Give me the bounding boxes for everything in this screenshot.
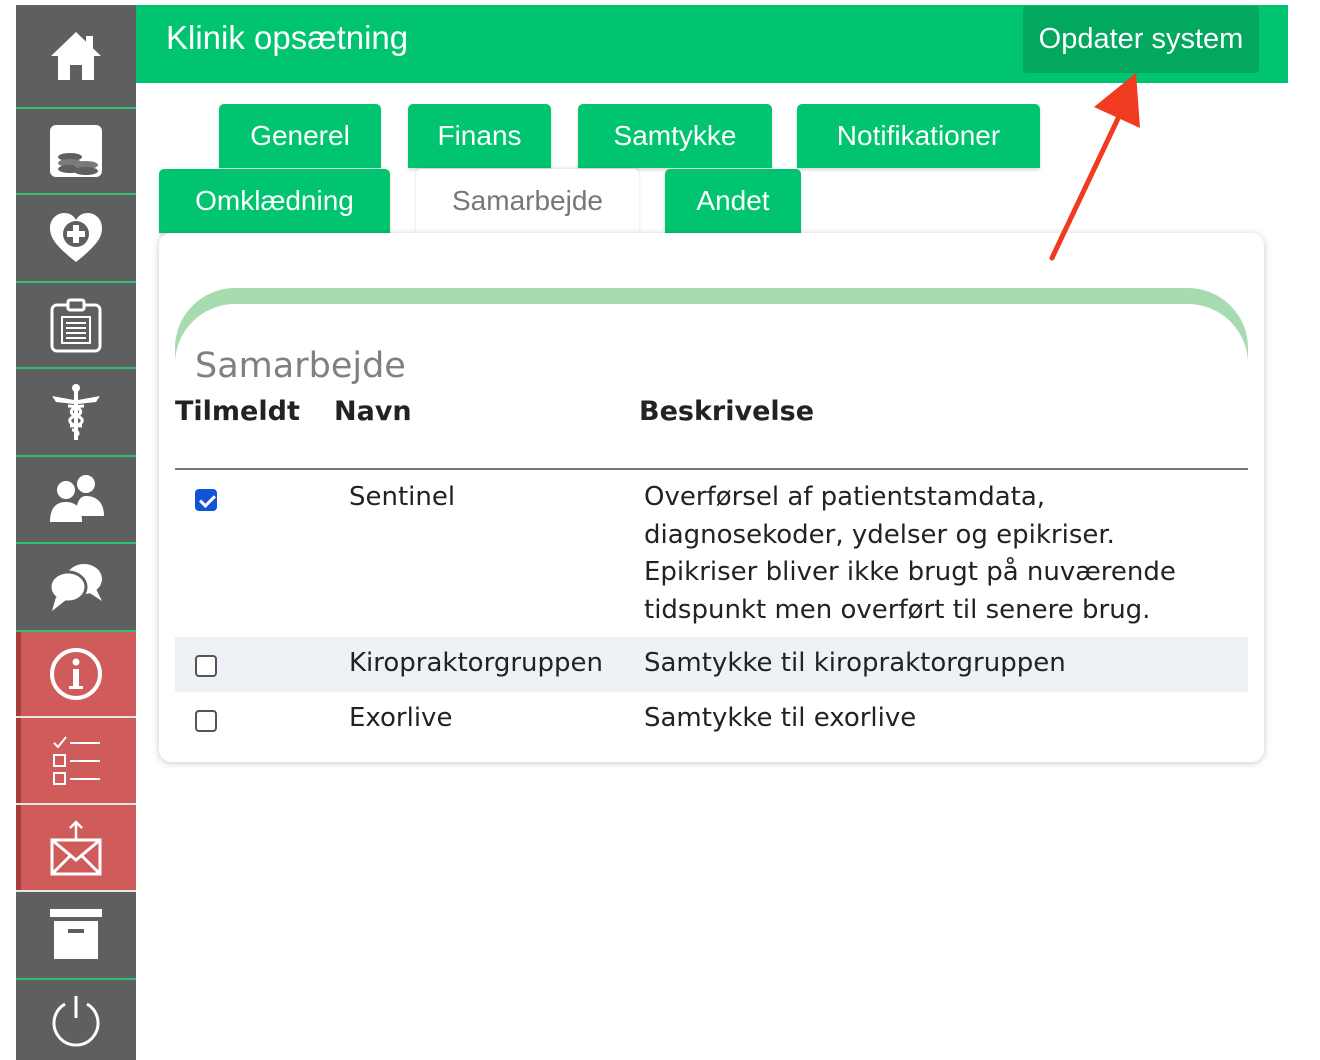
sidebar-item-treatment[interactable] bbox=[16, 369, 136, 457]
column-header-name: Navn bbox=[334, 396, 412, 427]
row-description: Samtykke til kiropraktorgruppen bbox=[644, 648, 1066, 678]
row-description: Samtykke til exorlive bbox=[644, 703, 917, 733]
sidebar-item-health[interactable] bbox=[16, 195, 136, 283]
power-icon bbox=[52, 996, 100, 1047]
sidebar-item-home[interactable] bbox=[16, 5, 136, 109]
sidebar-item-patients[interactable] bbox=[16, 457, 136, 544]
sidebar-item-finance[interactable] bbox=[16, 109, 136, 195]
chat-bubbles-icon bbox=[48, 564, 102, 611]
clipboard-icon bbox=[50, 298, 102, 353]
archive-icon bbox=[50, 909, 102, 959]
sidebar-item-archive[interactable] bbox=[16, 892, 136, 980]
sidebar-item-journal[interactable] bbox=[16, 283, 136, 369]
sidebar-item-messages[interactable] bbox=[16, 544, 136, 632]
tab-omklaedning[interactable]: Omklædning bbox=[159, 169, 390, 233]
tab-generel[interactable]: Generel bbox=[219, 104, 381, 168]
sidebar-item-logout[interactable] bbox=[16, 980, 136, 1060]
row-name: Sentinel bbox=[349, 482, 456, 512]
tab-andet[interactable]: Andet bbox=[665, 169, 801, 233]
column-header-enrolled: Tilmeldt bbox=[175, 396, 300, 427]
table-header-divider bbox=[175, 468, 1248, 470]
info-icon bbox=[50, 648, 102, 700]
row-description: Overførsel af patientstamdata, diagnosek… bbox=[644, 482, 1176, 625]
coins-icon bbox=[50, 125, 102, 177]
mail-upload-icon bbox=[50, 819, 102, 875]
sidebar-item-tasks[interactable] bbox=[16, 718, 136, 805]
row-name: Exorlive bbox=[349, 703, 453, 733]
checklist-icon bbox=[53, 735, 100, 785]
caduceus-icon bbox=[52, 384, 100, 440]
heart-plus-icon bbox=[50, 213, 102, 262]
collaboration-panel: Samarbejde Tilmeldt Navn Beskrivelse Sen… bbox=[159, 233, 1264, 762]
tab-samtykke[interactable]: Samtykke bbox=[578, 104, 772, 168]
home-icon bbox=[51, 32, 101, 80]
top-header: Klinik opsætning Opdater system bbox=[136, 5, 1288, 83]
row-name: Kiropraktorgruppen bbox=[349, 648, 603, 678]
sidebar-item-info[interactable] bbox=[16, 632, 136, 718]
update-system-button[interactable]: Opdater system bbox=[1023, 6, 1259, 73]
tab-finans[interactable]: Finans bbox=[408, 104, 551, 168]
sidebar-item-mail[interactable] bbox=[16, 805, 136, 892]
users-icon bbox=[50, 474, 104, 522]
tab-samarbejde[interactable]: Samarbejde bbox=[416, 169, 639, 233]
enrolled-checkbox-sentinel[interactable] bbox=[195, 489, 217, 511]
page-title: Klinik opsætning bbox=[166, 19, 409, 56]
enrolled-checkbox-kiropraktorgruppen[interactable] bbox=[195, 655, 217, 677]
sidebar bbox=[16, 5, 136, 1060]
enrolled-checkbox-exorlive[interactable] bbox=[195, 710, 217, 732]
section-title: Samarbejde bbox=[195, 346, 406, 386]
column-header-description: Beskrivelse bbox=[639, 396, 815, 427]
tab-notifikationer[interactable]: Notifikationer bbox=[797, 104, 1040, 168]
